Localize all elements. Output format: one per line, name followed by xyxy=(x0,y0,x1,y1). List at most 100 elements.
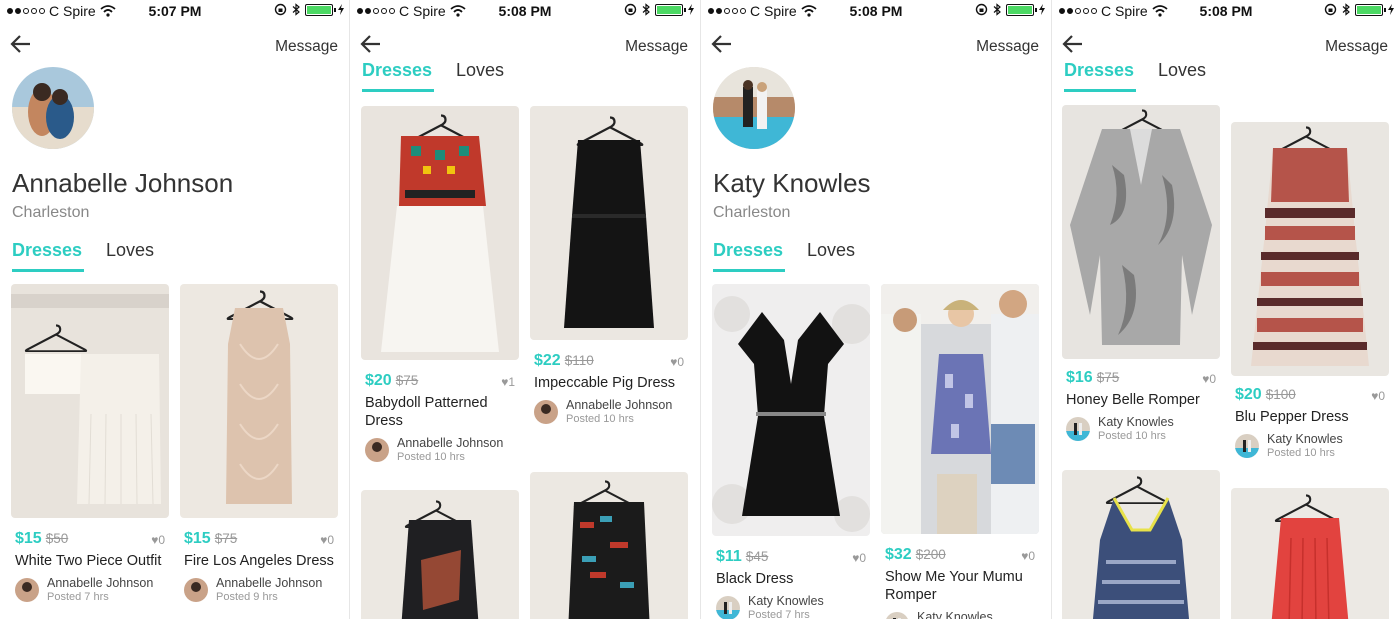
posted-time: Posted 10 hrs xyxy=(566,413,634,425)
bluetooth-icon xyxy=(642,3,650,16)
listing-photo[interactable] xyxy=(1062,470,1220,619)
listing-price: $16 xyxy=(1066,369,1093,386)
charging-icon xyxy=(338,4,344,15)
tab-loves[interactable]: Loves xyxy=(106,240,154,261)
tab-dresses[interactable]: Dresses xyxy=(362,60,432,81)
posted-time: Posted 10 hrs xyxy=(397,451,465,463)
listing-title: Black Dress xyxy=(716,571,794,587)
posted-time: Posted 10 hrs xyxy=(1098,430,1166,442)
listing-photo[interactable] xyxy=(881,284,1039,534)
seller-row[interactable]: Katy Knowles Posted 10 hrs xyxy=(1235,432,1387,462)
tab-loves[interactable]: Loves xyxy=(807,240,855,261)
listing-photo[interactable] xyxy=(361,106,519,360)
listing-photo[interactable] xyxy=(1062,105,1220,359)
seller-row[interactable]: Katy Knowles Posted 7 hrs xyxy=(716,594,868,619)
listing-price: $15 xyxy=(15,530,42,547)
orientation-lock-icon xyxy=(1324,3,1337,16)
original-price: $45 xyxy=(745,549,769,564)
message-button[interactable]: Message xyxy=(976,38,1039,56)
seller-name: Annabelle Johnson xyxy=(397,436,504,450)
like-count[interactable]: ♥0 xyxy=(320,533,334,547)
listing-price: $15 xyxy=(184,530,211,547)
status-bar: C Spire 5:07 PM xyxy=(0,0,350,22)
listing-photo[interactable] xyxy=(530,472,688,619)
charging-icon xyxy=(1388,4,1394,15)
message-button[interactable]: Message xyxy=(1325,38,1388,56)
tab-dresses[interactable]: Dresses xyxy=(1064,60,1134,81)
listing-price: $32 xyxy=(885,546,912,563)
listing-price: $20 xyxy=(365,372,392,389)
like-count[interactable]: ♥0 xyxy=(670,355,684,369)
status-bar: C Spire 5:08 PM xyxy=(1052,0,1400,22)
bluetooth-icon xyxy=(292,3,300,16)
active-tab-indicator xyxy=(713,269,785,272)
seller-row[interactable]: Katy Knowles Posted 10 hrs xyxy=(1066,415,1218,445)
bluetooth-icon xyxy=(1342,3,1350,16)
active-tab-indicator xyxy=(362,89,434,92)
original-price: $50 xyxy=(45,531,69,546)
back-arrow-icon[interactable] xyxy=(360,34,382,54)
charging-icon xyxy=(1039,4,1045,15)
listing-photo[interactable] xyxy=(11,284,169,518)
seller-row[interactable]: Annabelle Johnson Posted 9 hrs xyxy=(184,576,336,606)
like-count[interactable]: ♥0 xyxy=(1371,389,1385,403)
back-arrow-icon[interactable] xyxy=(1062,34,1084,54)
seller-name: Katy Knowles xyxy=(917,610,993,619)
tab-loves[interactable]: Loves xyxy=(456,60,504,81)
listing-photo[interactable] xyxy=(180,284,338,518)
original-price: $200 xyxy=(915,547,946,562)
seller-row[interactable]: Annabelle Johnson Posted 7 hrs xyxy=(15,576,167,606)
listing-title: Babydoll Patterned Dress xyxy=(365,395,488,429)
tab-dresses[interactable]: Dresses xyxy=(12,240,82,261)
like-count[interactable]: ♥0 xyxy=(852,551,866,565)
original-price: $75 xyxy=(1096,370,1120,385)
like-count[interactable]: ♥1 xyxy=(501,375,515,389)
orientation-lock-icon xyxy=(274,3,287,16)
back-arrow-icon[interactable] xyxy=(711,34,733,54)
posted-time: Posted 7 hrs xyxy=(47,591,109,603)
like-count[interactable]: ♥0 xyxy=(1021,549,1035,563)
seller-name: Annabelle Johnson xyxy=(216,576,323,590)
seller-row[interactable]: Annabelle Johnson Posted 10 hrs xyxy=(365,436,517,466)
listing-photo[interactable] xyxy=(712,284,870,536)
like-count[interactable]: ♥0 xyxy=(1202,372,1216,386)
seller-name: Katy Knowles xyxy=(748,594,824,608)
tab-dresses[interactable]: Dresses xyxy=(713,240,783,261)
listing-photo[interactable] xyxy=(530,106,688,340)
seller-name: Katy Knowles xyxy=(1267,432,1343,446)
listing-price: $22 xyxy=(534,352,561,369)
original-price: $75 xyxy=(214,531,238,546)
battery-icon xyxy=(305,3,336,16)
like-count[interactable]: ♥0 xyxy=(151,533,165,547)
tab-loves[interactable]: Loves xyxy=(1158,60,1206,81)
original-price: $110 xyxy=(564,353,594,368)
listing-photo[interactable] xyxy=(1231,488,1389,619)
bluetooth-icon xyxy=(993,3,1001,16)
back-arrow-icon[interactable] xyxy=(10,34,32,54)
posted-time: Posted 9 hrs xyxy=(216,591,278,603)
listing-title: Blu Pepper Dress xyxy=(1235,409,1349,425)
seller-row[interactable]: Katy Knowles xyxy=(885,610,1037,619)
seller-avatar xyxy=(1066,417,1090,441)
posted-time: Posted 7 hrs xyxy=(748,609,810,619)
screen-3: C Spire 5:08 PM Message Katy Knowles Cha… xyxy=(701,0,1051,619)
seller-avatar xyxy=(365,438,389,462)
seller-avatar xyxy=(184,578,208,602)
seller-avatar xyxy=(885,612,909,619)
listing-title: Fire Los Angeles Dress xyxy=(184,553,334,569)
profile-name: Katy Knowles xyxy=(713,168,871,198)
listing-title: White Two Piece Outfit xyxy=(15,553,162,569)
listing-photo[interactable] xyxy=(361,490,519,619)
listing-title: Impeccable Pig Dress xyxy=(534,375,676,391)
message-button[interactable]: Message xyxy=(625,38,688,56)
seller-row[interactable]: Annabelle Johnson Posted 10 hrs xyxy=(534,398,686,428)
battery-icon xyxy=(1355,3,1386,16)
listing-photo[interactable] xyxy=(1231,122,1389,376)
orientation-lock-icon xyxy=(624,3,637,16)
listing-price: $20 xyxy=(1235,386,1262,403)
original-price: $75 xyxy=(395,373,419,388)
active-tab-indicator xyxy=(12,269,84,272)
profile-location: Charleston xyxy=(12,204,90,221)
message-button[interactable]: Message xyxy=(275,38,338,56)
listing-title: Show Me Your Mumu Romper xyxy=(885,569,1023,603)
